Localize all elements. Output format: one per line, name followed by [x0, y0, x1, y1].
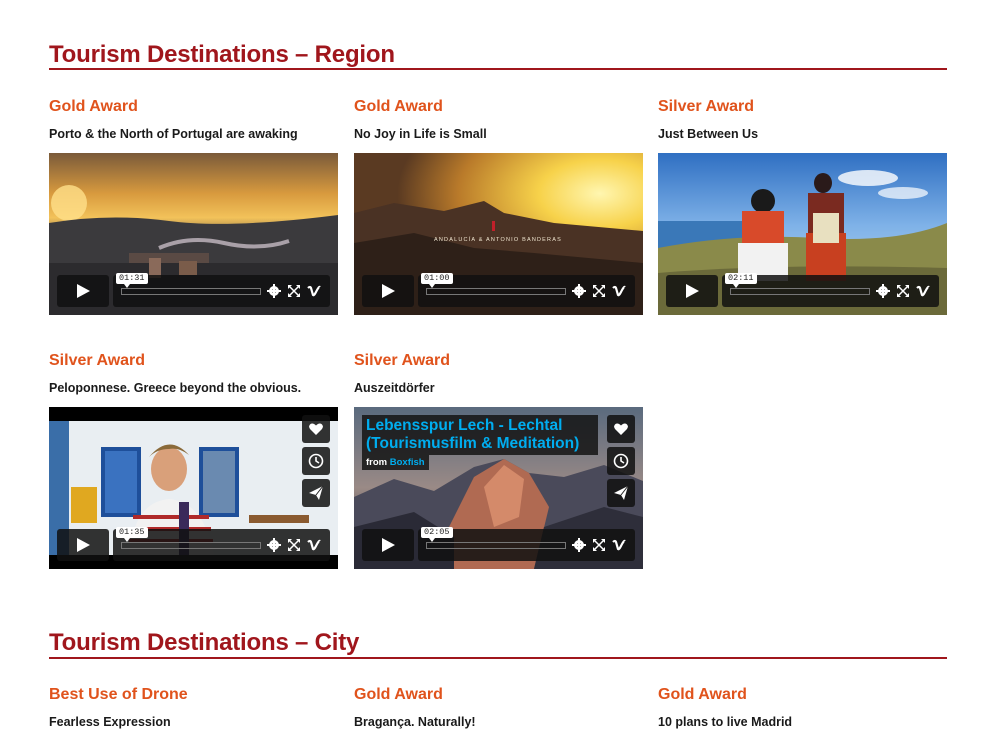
duration-label: 02:11: [725, 273, 757, 288]
entry-title: No Joy in Life is Small: [354, 127, 487, 141]
video-player[interactable]: 01:31: [49, 153, 338, 315]
clock-icon: [308, 453, 324, 469]
section-divider: [49, 68, 947, 70]
vimeo-logo-icon[interactable]: [916, 284, 930, 298]
duration-label: 01:00: [421, 273, 453, 288]
play-icon: [77, 538, 90, 552]
video-player[interactable]: Lebensspur Lech - Lechtal (Tourismusfilm…: [354, 407, 643, 569]
video-byline: from Boxfish: [362, 455, 429, 470]
award-card: Gold Award Porto & the North of Portugal…: [49, 97, 338, 317]
video-player[interactable]: ANDALUCÍA & ANTONIO BANDERAS 01:00: [354, 153, 643, 315]
paper-plane-icon: [614, 485, 629, 500]
award-label: Gold Award: [658, 686, 747, 703]
progress-track[interactable]: 01:31: [116, 273, 261, 295]
section-title: Tourism Destinations – Region: [49, 41, 395, 68]
award-label: Silver Award: [658, 98, 755, 115]
fullscreen-icon[interactable]: [287, 284, 301, 298]
clock-icon: [613, 453, 629, 469]
entry-title: Auszeitdörfer: [354, 381, 435, 395]
control-bar: 02:05: [418, 527, 635, 561]
fullscreen-icon[interactable]: [896, 284, 910, 298]
byline-owner-link[interactable]: Boxfish: [390, 457, 425, 468]
gear-icon[interactable]: [267, 284, 281, 298]
play-button[interactable]: [666, 275, 718, 307]
duration-label: 02:05: [421, 527, 453, 542]
award-label: Gold Award: [49, 98, 138, 115]
video-controls: 01:31: [57, 273, 330, 307]
duration-label: 01:31: [116, 273, 148, 288]
control-bar: 01:35: [113, 527, 330, 561]
watch-later-button[interactable]: [302, 447, 330, 475]
vimeo-logo-icon[interactable]: [612, 284, 626, 298]
gear-icon[interactable]: [267, 538, 281, 552]
award-card: Gold Award Bragança. Naturally!: [354, 685, 643, 735]
video-overlay-text: ANDALUCÍA & ANTONIO BANDERAS: [434, 236, 562, 243]
like-button[interactable]: [302, 415, 330, 443]
vimeo-logo-icon[interactable]: [307, 284, 321, 298]
play-icon: [382, 284, 395, 298]
gear-icon[interactable]: [572, 284, 586, 298]
vimeo-logo-icon[interactable]: [612, 538, 626, 552]
control-bar: 02:11: [722, 273, 939, 307]
like-button[interactable]: [607, 415, 635, 443]
fullscreen-icon[interactable]: [592, 538, 606, 552]
play-icon: [686, 284, 699, 298]
control-bar: 01:00: [418, 273, 635, 307]
section-city: Tourism Destinations – City Best Use of …: [49, 628, 947, 750]
award-card: Silver Award Just Between Us 02:11: [658, 97, 947, 317]
play-button[interactable]: [57, 529, 109, 561]
award-card: Silver Award Peloponnese. Greece beyond …: [49, 351, 338, 571]
watch-later-button[interactable]: [607, 447, 635, 475]
play-button[interactable]: [362, 275, 414, 307]
play-button[interactable]: [362, 529, 414, 561]
progress-track[interactable]: 02:11: [725, 273, 870, 295]
progress-track[interactable]: 01:00: [421, 273, 566, 295]
award-card: Silver Award Auszeitdörfer Lebensspur Le…: [354, 351, 643, 571]
duration-label: 01:35: [116, 527, 148, 542]
progress-track[interactable]: 01:35: [116, 527, 261, 549]
entry-title: Peloponnese. Greece beyond the obvious.: [49, 381, 302, 395]
entry-title: 10 plans to live Madrid: [658, 715, 793, 729]
award-label: Gold Award: [354, 686, 443, 703]
paper-plane-icon: [309, 485, 324, 500]
award-card: Gold Award No Joy in Life is Small ANDAL…: [354, 97, 643, 317]
award-label: Silver Award: [354, 352, 451, 369]
award-card: Best Use of Drone Fearless Expression: [49, 685, 338, 735]
play-icon: [77, 284, 90, 298]
play-icon: [382, 538, 395, 552]
byline-prefix: from: [366, 457, 388, 468]
video-controls: 02:11: [666, 273, 939, 307]
entry-title: Porto & the North of Portugal are awakin…: [49, 127, 298, 141]
entry-title: Fearless Expression: [49, 715, 171, 729]
control-bar: 01:31: [113, 273, 330, 307]
section-title: Tourism Destinations – City: [49, 629, 360, 656]
video-controls: 01:00: [362, 273, 635, 307]
share-button[interactable]: [302, 479, 330, 507]
gear-icon[interactable]: [572, 538, 586, 552]
fullscreen-icon[interactable]: [592, 284, 606, 298]
entry-title: Bragança. Naturally!: [354, 715, 476, 729]
fullscreen-icon[interactable]: [287, 538, 301, 552]
heart-icon: [309, 423, 323, 435]
award-label: Best Use of Drone: [49, 686, 188, 703]
section-divider: [49, 657, 947, 659]
play-button[interactable]: [57, 275, 109, 307]
video-player[interactable]: 02:11: [658, 153, 947, 315]
heart-icon: [614, 423, 628, 435]
video-player[interactable]: 01:35: [49, 407, 338, 569]
video-controls: 01:35: [57, 527, 330, 561]
section-region: Tourism Destinations – Region Gold Award…: [49, 40, 947, 580]
award-label: Silver Award: [49, 352, 146, 369]
progress-track[interactable]: 02:05: [421, 527, 566, 549]
award-card: Gold Award 10 plans to live Madrid: [658, 685, 947, 735]
gear-icon[interactable]: [876, 284, 890, 298]
award-label: Gold Award: [354, 98, 443, 115]
video-title-overlay[interactable]: Lebensspur Lech - Lechtal (Tourismusfilm…: [362, 415, 598, 455]
share-button[interactable]: [607, 479, 635, 507]
entry-title: Just Between Us: [658, 127, 759, 141]
vimeo-logo-icon[interactable]: [307, 538, 321, 552]
video-controls: 02:05: [362, 527, 635, 561]
